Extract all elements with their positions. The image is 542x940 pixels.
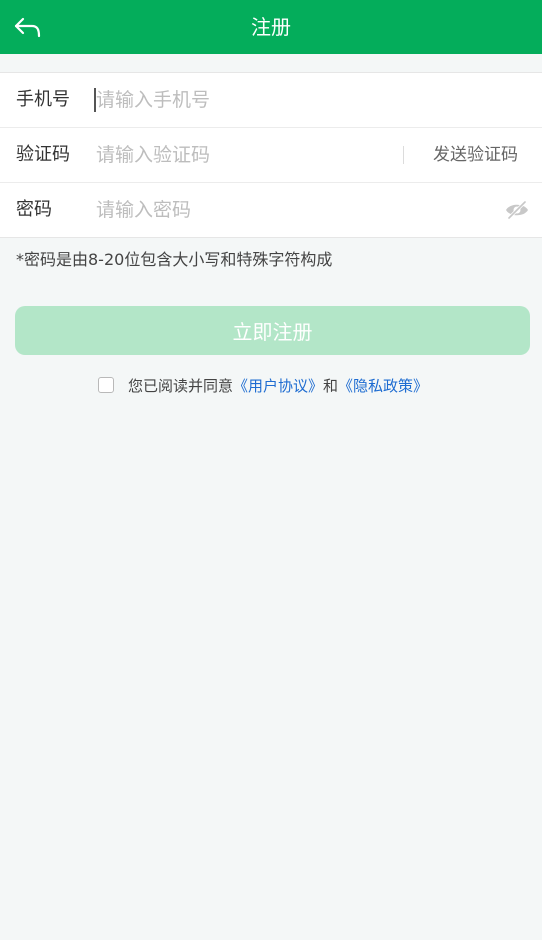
- user-agreement-link[interactable]: 《用户协议》: [233, 375, 323, 396]
- register-button[interactable]: 立即注册: [15, 306, 530, 355]
- password-input[interactable]: [94, 192, 486, 228]
- password-hint: *密码是由8-20位包含大小写和特殊字符构成: [16, 250, 333, 269]
- eye-off-icon: [506, 200, 528, 220]
- code-row: 验证码 发送验证码: [0, 127, 542, 182]
- code-label: 验证码: [16, 144, 70, 165]
- privacy-policy-link[interactable]: 《隐私政策》: [338, 375, 428, 396]
- send-code-button[interactable]: 发送验证码: [433, 128, 518, 182]
- text-cursor: [94, 88, 96, 112]
- agreement-conjunction: 和: [323, 376, 339, 395]
- agreement-prefix: 您已阅读并同意: [128, 376, 234, 395]
- phone-input[interactable]: [94, 82, 516, 118]
- code-divider: [403, 146, 404, 164]
- page-title: 注册: [251, 15, 291, 39]
- password-visibility-toggle[interactable]: [504, 198, 530, 222]
- password-row: 密码: [0, 182, 542, 237]
- app-header: 注册: [0, 0, 542, 54]
- password-label: 密码: [16, 199, 52, 220]
- phone-row: 手机号: [0, 73, 542, 127]
- verification-code-input[interactable]: [94, 137, 386, 173]
- phone-label: 手机号: [16, 89, 70, 110]
- agreement-row: 您已阅读并同意 《用户协议》 和 《隐私政策》: [98, 374, 428, 396]
- agreement-checkbox[interactable]: [98, 377, 114, 393]
- register-form: 手机号 验证码 发送验证码 密码: [0, 72, 542, 238]
